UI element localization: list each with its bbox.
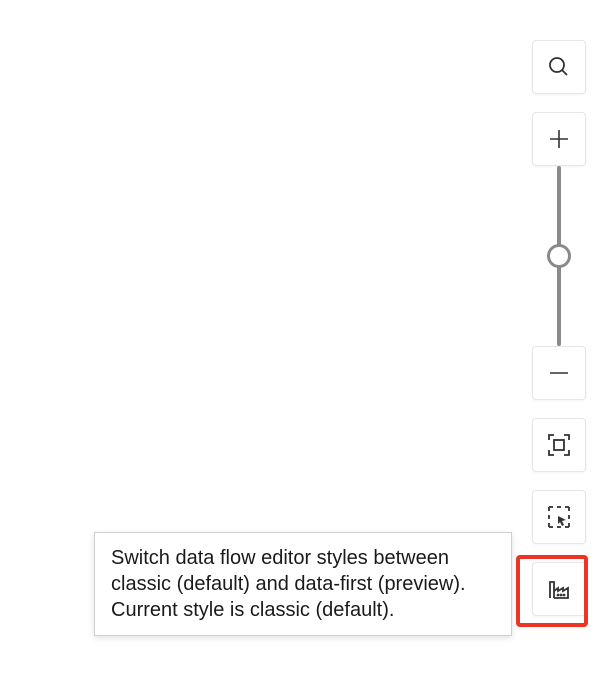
zoom-slider-group [532,112,586,400]
minus-icon [547,361,571,385]
style-switch-tooltip: Switch data flow editor styles between c… [94,532,512,636]
zoom-out-button[interactable] [532,346,586,400]
box-select-icon [546,504,572,530]
style-switch-button[interactable] [532,562,586,616]
fit-view-icon [546,432,572,458]
search-button[interactable] [532,40,586,94]
zoom-slider-track[interactable] [557,166,561,346]
search-icon [547,55,571,79]
zoom-in-button[interactable] [532,112,586,166]
plus-icon [547,127,571,151]
zoom-slider-thumb[interactable] [547,244,571,268]
tooltip-text: Switch data flow editor styles between c… [111,547,466,621]
box-select-button[interactable] [532,490,586,544]
factory-icon [546,576,572,602]
fit-view-button[interactable] [532,418,586,472]
canvas-toolbar [532,40,586,616]
